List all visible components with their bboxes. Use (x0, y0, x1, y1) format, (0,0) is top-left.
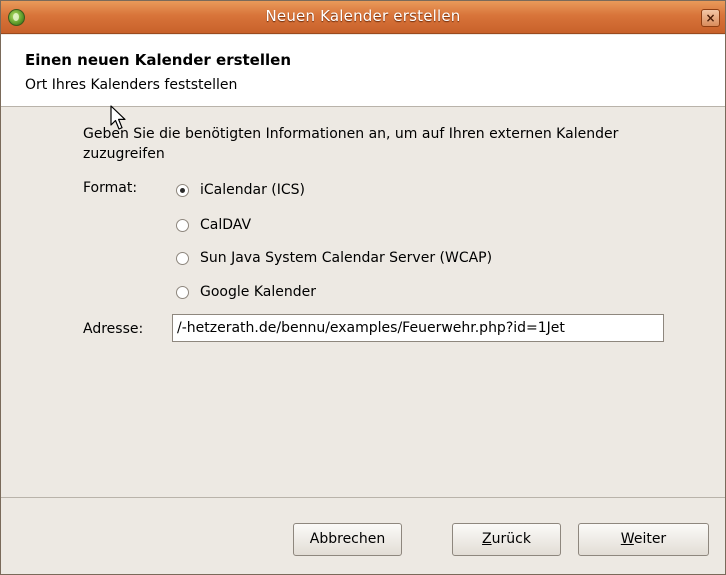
cancel-button-label: Abbrechen (309, 531, 386, 547)
next-button-mnemonic: W (620, 531, 634, 547)
radio-label: iCalendar (ICS) (200, 182, 306, 198)
radio-label: Google Kalender (200, 284, 316, 300)
radio-option-wcap[interactable]: Sun Java System Calendar Server (WCAP) (176, 247, 492, 269)
next-button-label: eiter (633, 531, 667, 547)
radio-button[interactable] (176, 251, 189, 265)
radio-option-google[interactable]: Google Kalender (176, 281, 316, 303)
window-title: Neuen Kalender erstellen (265, 7, 461, 25)
page-subtitle: Ort Ihres Kalenders feststellen (25, 77, 238, 93)
title-bar[interactable]: Neuen Kalender erstellen × (1, 1, 725, 34)
mouse-pointer-icon (110, 105, 126, 130)
page-title: Einen neuen Kalender erstellen (25, 51, 291, 69)
dialog-window: Neuen Kalender erstellen × Einen neuen K… (0, 0, 726, 575)
address-label: Adresse: (83, 321, 144, 337)
radio-option-caldav[interactable]: CalDAV (176, 214, 251, 236)
address-input[interactable]: /-hetzerath.de/bennu/examples/Feuerwehr.… (172, 314, 664, 342)
radio-button[interactable] (176, 218, 189, 232)
next-button[interactable]: Weiter (578, 523, 709, 556)
back-button-mnemonic: Z (482, 531, 492, 547)
radio-button[interactable] (176, 285, 189, 299)
radio-option-icalendar[interactable]: iCalendar (ICS) (176, 179, 305, 201)
radio-label: Sun Java System Calendar Server (WCAP) (200, 250, 493, 266)
format-label: Format: (83, 180, 138, 196)
back-button[interactable]: Zurück (452, 523, 561, 556)
instructions-text: Geben Sie die benötigten Informationen a… (83, 126, 619, 162)
button-bar: Abbrechen Zurück Weiter (1, 498, 725, 574)
wizard-header: Einen neuen Kalender erstellen Ort Ihres… (1, 35, 725, 107)
radio-label: CalDAV (200, 217, 252, 233)
close-button[interactable]: × (701, 9, 720, 27)
back-button-label: urück (491, 531, 531, 547)
wizard-content: Geben Sie die benötigten Informationen a… (1, 108, 725, 498)
radio-button[interactable] (176, 183, 189, 197)
cancel-button[interactable]: Abbrechen (293, 523, 402, 556)
